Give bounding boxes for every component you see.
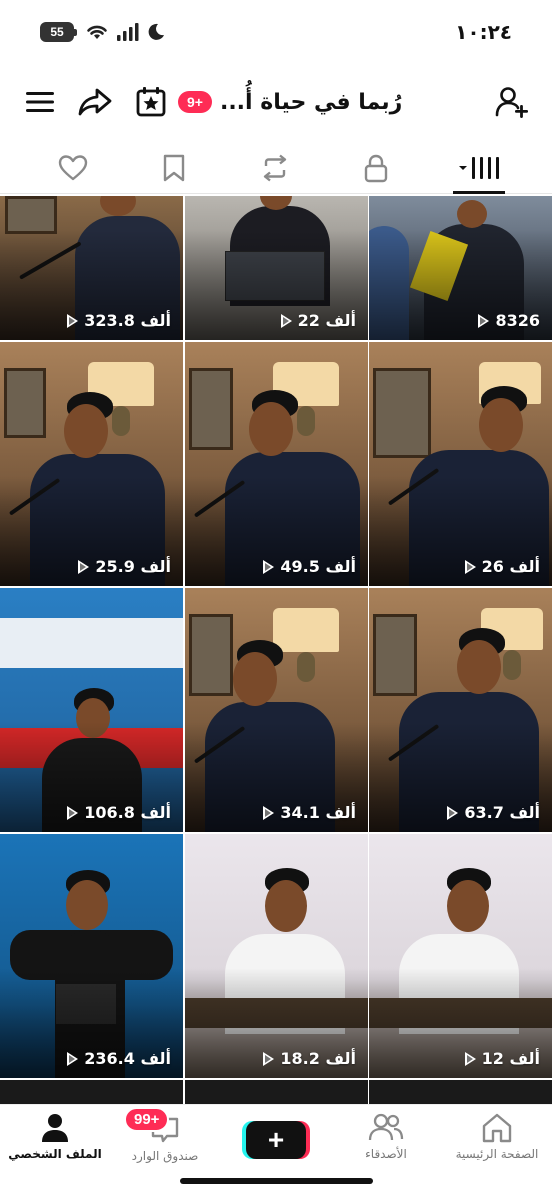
wifi-icon <box>87 25 107 39</box>
play-icon <box>280 313 292 328</box>
add-friend-icon[interactable] <box>492 82 532 122</box>
grid-icon <box>459 157 499 179</box>
tab-reposts[interactable] <box>245 148 305 188</box>
video-thumbnail[interactable]: 63.7 ألف <box>369 588 552 832</box>
play-icon <box>263 559 275 574</box>
nav-home-label: الصفحة الرئيسية <box>455 1147 539 1161</box>
notification-badge: 9+ <box>178 91 212 113</box>
profile-header: 9+ رُبما في حياة أُ... <box>0 72 552 132</box>
tab-videos[interactable] <box>448 148 508 188</box>
profile-tabs <box>0 140 552 194</box>
tab-private[interactable] <box>346 148 406 188</box>
video-thumbnail[interactable]: 49.5 ألف <box>185 342 368 586</box>
profile-icon <box>42 1114 68 1142</box>
video-grid: 323.8 ألف 22 ألف 8326 25.9 ألف 49.5 ألف … <box>0 196 552 1104</box>
play-icon <box>464 559 476 574</box>
nav-profile-label: الملف الشخصي <box>8 1147 102 1161</box>
status-icons: 55 <box>40 22 165 42</box>
nav-home[interactable]: الصفحة الرئيسية <box>447 1113 547 1173</box>
video-thumbnail[interactable] <box>369 1080 552 1104</box>
tab-liked[interactable] <box>43 148 103 188</box>
view-count: 25.9 ألف <box>95 557 171 576</box>
nav-friends[interactable]: الأصدقاء <box>336 1113 436 1173</box>
video-thumbnail[interactable]: 22 ألف <box>185 196 368 340</box>
play-icon <box>447 805 459 820</box>
video-thumbnail[interactable]: 8326 <box>369 196 552 340</box>
play-icon <box>464 1051 476 1066</box>
view-count: 22 ألف <box>297 311 356 330</box>
video-thumbnail[interactable]: 26 ألف <box>369 342 552 586</box>
video-thumbnail[interactable]: 25.9 ألف <box>0 342 183 586</box>
profile-title: رُبما في حياة أُ... <box>219 89 403 115</box>
active-tab-indicator <box>453 191 505 194</box>
heart-icon <box>58 155 88 181</box>
view-count: 18.2 ألف <box>280 1049 356 1068</box>
video-thumbnail[interactable] <box>0 1080 183 1104</box>
play-icon <box>263 1051 275 1066</box>
calendar-star-icon[interactable] <box>131 82 171 122</box>
menu-icon[interactable] <box>20 82 60 122</box>
moon-icon <box>148 23 164 40</box>
video-thumbnail[interactable]: 106.8 ألف <box>0 588 183 832</box>
video-thumbnail[interactable]: 18.2 ألف <box>185 834 368 1078</box>
inbox-badge: 99+ <box>124 1107 170 1132</box>
play-icon <box>263 805 275 820</box>
nav-profile[interactable]: الملف الشخصي <box>5 1113 105 1173</box>
play-icon <box>78 559 90 574</box>
play-icon <box>478 313 490 328</box>
play-icon <box>67 805 79 820</box>
battery-level: 55 <box>40 22 74 42</box>
home-indicator <box>180 1178 373 1184</box>
signal-icon <box>117 23 139 41</box>
share-icon[interactable] <box>75 82 115 122</box>
play-icon <box>67 313 79 328</box>
view-count: 26 ألف <box>481 557 540 576</box>
video-thumbnail[interactable]: 236.4 ألف <box>0 834 183 1078</box>
tab-favorites[interactable] <box>144 148 204 188</box>
play-icon <box>67 1051 79 1066</box>
status-time: ١٠:٢٤ <box>455 20 512 44</box>
video-thumbnail[interactable]: 12 ألف <box>369 834 552 1078</box>
bookmark-icon <box>163 154 185 182</box>
nav-inbox-label: صندوق الوارد <box>131 1149 199 1163</box>
view-count: 34.1 ألف <box>280 803 356 822</box>
lock-icon <box>364 154 388 183</box>
view-count: 236.4 ألف <box>84 1049 171 1068</box>
create-button[interactable]: + <box>246 1121 306 1159</box>
battery-icon: 55 <box>40 22 77 42</box>
video-thumbnail[interactable]: 34.1 ألف <box>185 588 368 832</box>
profile-title-group[interactable]: 9+ رُبما في حياة أُ... <box>178 84 402 120</box>
home-icon <box>482 1113 512 1143</box>
status-bar: 55 ١٠:٢٤ <box>0 0 552 70</box>
repost-icon <box>263 154 287 182</box>
view-count: 12 ألف <box>481 1049 540 1068</box>
nav-friends-label: الأصدقاء <box>365 1147 407 1161</box>
friends-icon <box>368 1113 404 1141</box>
view-count: 49.5 ألف <box>280 557 356 576</box>
view-count: 63.7 ألف <box>464 803 540 822</box>
view-count: 106.8 ألف <box>84 803 171 822</box>
plus-icon: + <box>267 1124 285 1155</box>
view-count: 323.8 ألف <box>84 311 171 330</box>
video-thumbnail[interactable]: 323.8 ألف <box>0 196 183 340</box>
video-thumbnail[interactable] <box>185 1080 368 1104</box>
view-count: 8326 <box>495 311 540 330</box>
